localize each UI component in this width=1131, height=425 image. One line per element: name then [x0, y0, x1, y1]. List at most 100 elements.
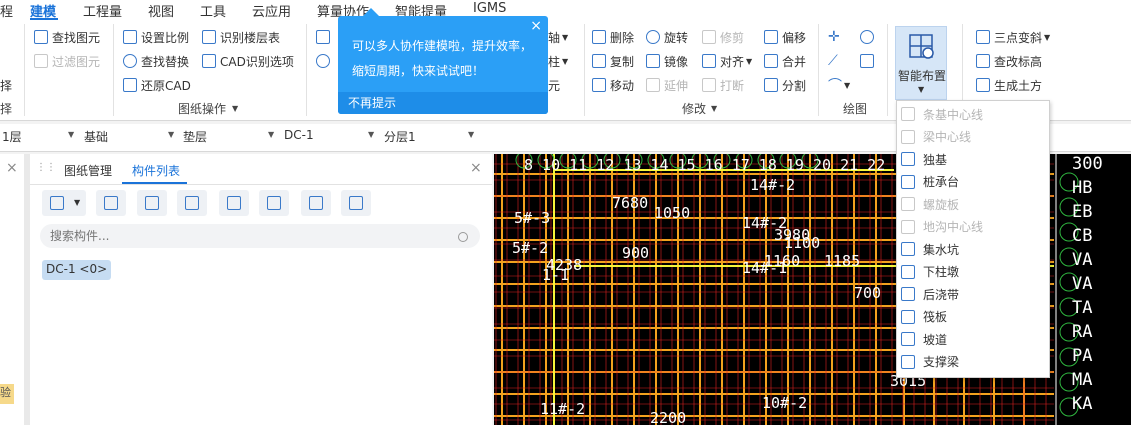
delete-button[interactable]: 删除 — [592, 28, 634, 46]
select-group-label: 择 — [0, 102, 13, 116]
menu-item-cut[interactable]: 程 — [0, 1, 13, 20]
check-elevation-button[interactable]: 查改标高 — [976, 52, 1042, 70]
find-replace-label: 查找替换 — [141, 54, 190, 69]
rotate-label: 旋转 — [664, 30, 689, 45]
close-icon[interactable]: × — [470, 160, 482, 176]
offset-button[interactable]: 偏移 — [764, 28, 806, 46]
import-button[interactable] — [259, 190, 289, 216]
slope-icon — [976, 30, 990, 44]
dropdown-item[interactable]: 独基 — [897, 148, 1049, 170]
split-button[interactable]: 分割 — [764, 76, 806, 94]
close-icon[interactable]: × — [6, 160, 18, 176]
dropdown-item[interactable]: 坡道 — [897, 328, 1049, 350]
move-button[interactable]: 移动 — [592, 76, 634, 94]
copy-button[interactable]: 复制 — [592, 52, 634, 70]
component-select[interactable]: DC-1 — [284, 128, 314, 148]
menu-item-tools[interactable]: 工具 — [200, 1, 226, 20]
drag-handle-icon[interactable]: ⋮⋮ — [36, 162, 56, 173]
split-icon — [764, 78, 778, 92]
column-button[interactable]: 柱 ▼ — [548, 52, 568, 70]
new-component-button[interactable]: ▼ — [42, 190, 86, 216]
menu-item-cloud[interactable]: 云应用 — [252, 1, 291, 20]
list-view-button[interactable] — [301, 190, 331, 216]
cad-recognize-options-button[interactable]: CAD识别选项 — [202, 52, 294, 70]
filter-element-button[interactable]: 过滤图元 — [34, 52, 100, 70]
menu-item-view[interactable]: 视图 — [148, 1, 174, 20]
merge-button[interactable]: 合并 — [764, 52, 806, 70]
chevron-down-icon: ▼ — [68, 130, 75, 139]
general-cut-icon-1[interactable] — [316, 28, 334, 46]
tab-component-list[interactable]: 构件列表 — [132, 162, 180, 179]
side-badge[interactable]: 验 — [0, 384, 14, 404]
chevron-down-icon[interactable]: ▼ — [232, 104, 238, 113]
point-draw-button[interactable]: ✛ — [828, 28, 840, 46]
element-button[interactable]: 元 — [548, 76, 560, 94]
gen-earthwork-button[interactable]: 生成土方 — [976, 76, 1042, 94]
earthwork-icon — [976, 78, 990, 92]
cad-label: 1050 — [654, 204, 691, 222]
dropdown-item[interactable]: 桩承台 — [897, 171, 1049, 193]
detail-view-button[interactable] — [341, 190, 371, 216]
copy-component-button[interactable] — [96, 190, 126, 216]
extend-button[interactable]: 延伸 — [646, 76, 688, 94]
dropdown-item[interactable]: 集水坑 — [897, 238, 1049, 260]
category-select[interactable]: 基础 — [84, 128, 108, 148]
break-button[interactable]: 打断 — [702, 76, 744, 94]
align-button[interactable]: 对齐 ▼ — [702, 52, 752, 70]
set-scale-button[interactable]: 设置比例 — [123, 28, 189, 46]
extend-icon — [646, 78, 660, 92]
rect-draw-button[interactable] — [860, 52, 878, 70]
dropdown-item: 条基中心线 — [897, 103, 1049, 125]
rectangle-icon — [860, 54, 874, 68]
dropdown-item[interactable]: 筏板 — [897, 306, 1049, 328]
search-input[interactable] — [40, 224, 480, 248]
dropdown-item[interactable]: 后浇带 — [897, 283, 1049, 305]
gen-earthwork-label: 生成土方 — [994, 78, 1043, 93]
cad-axis-label: VA — [1072, 274, 1093, 294]
delete-label: 删除 — [610, 30, 635, 45]
component-type-icon — [901, 174, 915, 189]
rotate-button[interactable]: 旋转 — [646, 28, 688, 46]
dropdown-item[interactable]: 支撑梁 — [897, 351, 1049, 373]
close-icon[interactable]: × — [530, 18, 542, 34]
duplicate-button[interactable] — [177, 190, 207, 216]
no-remind-link[interactable]: 不再提示 — [338, 92, 548, 114]
general-cut-icon-2[interactable] — [316, 52, 334, 70]
find-element-button[interactable]: 查找图元 — [34, 28, 100, 46]
recognize-floor-table-button[interactable]: 识别楼层表 — [202, 28, 280, 46]
break-label: 打断 — [720, 78, 745, 93]
component-type-icon — [901, 152, 915, 166]
recognize-floor-table-label: 识别楼层表 — [220, 30, 281, 45]
offset-icon — [764, 30, 778, 44]
cad-axis-label: RA — [1072, 322, 1093, 342]
cad-label: 2200 — [650, 409, 687, 425]
layer-copy-button[interactable] — [219, 190, 249, 216]
menu-item-igms[interactable]: IGMS — [473, 1, 506, 16]
smart-layout-button[interactable]: 智能布置 ▼ — [895, 26, 947, 100]
cad-axis-label: 300 — [1072, 154, 1103, 174]
floor-select[interactable]: 1层 — [2, 128, 22, 148]
dropdown-item[interactable]: 下柱墩 — [897, 261, 1049, 283]
component-type-icon — [901, 107, 915, 121]
restore-cad-button[interactable]: 还原CAD — [123, 76, 191, 94]
axis-button[interactable]: 轴 ▼ — [548, 28, 568, 46]
layer-select[interactable]: 分层1 — [384, 128, 416, 148]
tab-drawing-management[interactable]: 图纸管理 — [64, 162, 112, 179]
chevron-down-icon[interactable]: ▼ — [711, 104, 717, 113]
line-draw-button[interactable]: ⟋ — [828, 52, 838, 70]
copy-icon — [592, 54, 606, 68]
select-cut-button[interactable]: 择 — [0, 76, 12, 94]
arc-draw-button[interactable]: ⌒ ▼ — [828, 76, 850, 94]
delete-component-button[interactable] — [137, 190, 167, 216]
menu-item-quantity[interactable]: 工程量 — [83, 1, 122, 20]
cad-label: 700 — [854, 284, 882, 302]
type-select[interactable]: 垫层 — [183, 128, 207, 148]
trim-button[interactable]: 修剪 — [702, 28, 744, 46]
clock-draw-button[interactable] — [860, 28, 878, 46]
cad-axis-label: PA — [1072, 346, 1093, 366]
mirror-button[interactable]: 镜像 — [646, 52, 688, 70]
component-item[interactable]: DC-1 <0> — [42, 260, 112, 280]
three-point-slope-button[interactable]: 三点变斜 ▼ — [976, 28, 1050, 46]
modify-group-label: 修改 — [682, 102, 707, 116]
find-replace-button[interactable]: 查找替换 — [123, 52, 189, 70]
